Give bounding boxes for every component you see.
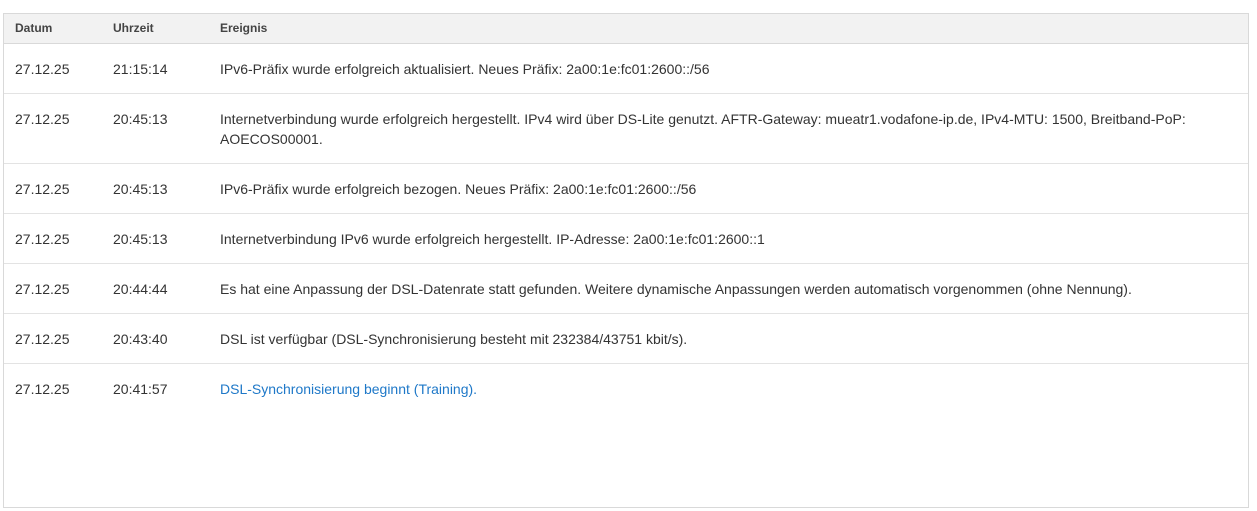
row-event: Internetverbindung wurde erfolgreich her… (209, 93, 1248, 164)
column-header-event[interactable]: Ereignis (209, 14, 1248, 44)
row-event: IPv6-Präfix wurde erfolgreich bezogen. N… (209, 163, 1248, 214)
event-log-panel: Datum Uhrzeit Ereignis 27.12.25 21:15:14… (3, 13, 1249, 508)
table-row: 27.12.25 21:15:14 IPv6-Präfix wurde erfo… (4, 43, 1248, 94)
row-time: 20:44:44 (102, 263, 209, 314)
row-event: Internetverbindung IPv6 wurde erfolgreic… (209, 213, 1248, 264)
training-help-link[interactable]: DSL-Synchronisierung beginnt (Training). (220, 381, 477, 397)
row-time: 20:41:57 (113, 380, 168, 397)
row-date: 27.12.25 (4, 93, 102, 164)
event-log-table: Datum Uhrzeit Ereignis 27.12.25 21:15:14… (4, 14, 1248, 413)
table-row: 27.12.25 20:45:13 IPv6-Präfix wurde erfo… (4, 163, 1248, 214)
column-header-time[interactable]: Uhrzeit (102, 14, 209, 44)
row-event: Es hat eine Anpassung der DSL-Datenrate … (209, 263, 1248, 314)
row-date: 27.12.25 (4, 163, 102, 214)
row-date: 27.12.25 (4, 313, 102, 364)
row-time: 20:45:13 (102, 93, 209, 164)
row-date: 27.12.25 (15, 380, 70, 397)
row-time: 20:45:13 (102, 213, 209, 264)
table-row: 27.12.25 20:44:44 Es hat eine Anpassung … (4, 263, 1248, 314)
row-time: 20:43:40 (102, 313, 209, 364)
table-row: 27.12.25 20:41:57 DSL-Synchronisierung b… (4, 363, 1248, 413)
row-date: 27.12.25 (4, 263, 102, 314)
table-row: 27.12.25 20:43:40 DSL ist verfügbar (DSL… (4, 313, 1248, 364)
row-date: 27.12.25 (4, 213, 102, 264)
row-time: 20:45:13 (102, 163, 209, 214)
table-row: 27.12.25 20:45:13 Internetverbindung IPv… (4, 213, 1248, 264)
row-time: 21:15:14 (102, 43, 209, 94)
table-row: 27.12.25 20:45:13 Internetverbindung wur… (4, 93, 1248, 164)
table-header-row: Datum Uhrzeit Ereignis (4, 14, 1248, 44)
row-event: DSL ist verfügbar (DSL-Synchronisierung … (209, 313, 1248, 364)
column-header-date[interactable]: Datum (4, 14, 102, 44)
row-date: 27.12.25 (4, 43, 102, 94)
row-event: IPv6-Präfix wurde erfolgreich aktualisie… (209, 43, 1248, 94)
row-event-cell: DSL-Synchronisierung beginnt (Training). (209, 363, 1248, 413)
